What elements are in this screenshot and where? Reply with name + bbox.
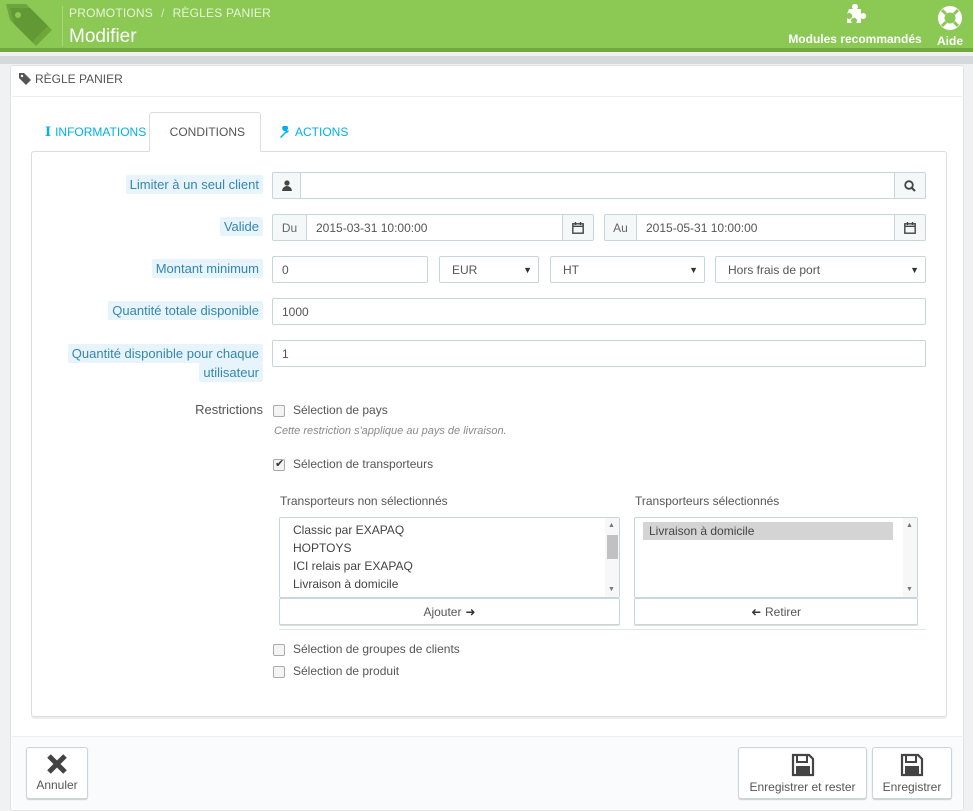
dropdown-arrow-icon: ▼ bbox=[689, 265, 698, 275]
modules-button[interactable]: Modules recommandés bbox=[788, 0, 922, 48]
list-item[interactable]: ICI relais par EXAPAQ bbox=[280, 557, 619, 575]
arrow-left-icon: ➜ bbox=[750, 604, 762, 619]
scrollbar[interactable]: ▲ ▼ bbox=[903, 518, 917, 597]
country-restriction-help: Cette restriction s'applique au pays de … bbox=[274, 425, 507, 437]
page-title: Modifier bbox=[69, 26, 137, 47]
shuffle-icon bbox=[165, 131, 166, 133]
valid-to-prefix: Au bbox=[604, 214, 637, 241]
country-restriction-label: Sélection de pays bbox=[293, 403, 388, 417]
wrench-icon bbox=[280, 126, 289, 138]
info-icon: i bbox=[45, 124, 52, 140]
breadcrumb-promotions[interactable]: PROMOTIONS bbox=[69, 6, 153, 20]
product-restriction-checkbox[interactable] bbox=[273, 666, 285, 678]
scroll-thumb[interactable] bbox=[607, 535, 618, 559]
help-button[interactable]: Aide bbox=[930, 0, 970, 48]
valid-from-input[interactable]: 2015-03-31 10:00:00 bbox=[306, 214, 563, 241]
remove-carrier-button[interactable]: ➜ Retirer bbox=[634, 598, 918, 625]
total-qty-input[interactable]: 1000 bbox=[272, 298, 926, 325]
selected-carriers-list[interactable]: Livraison à domicile ▲ ▼ bbox=[634, 517, 918, 598]
min-amount-label: Montant minimum bbox=[111, 259, 263, 278]
list-item[interactable]: Classic par EXAPAQ bbox=[280, 521, 619, 539]
scroll-up-icon[interactable]: ▲ bbox=[906, 522, 913, 529]
tab-actions[interactable]: ACTIONS bbox=[279, 112, 348, 152]
close-icon bbox=[47, 754, 67, 774]
carrier-restriction-checkbox[interactable] bbox=[273, 457, 285, 471]
panel-title: RÈGLE PANIER bbox=[35, 72, 123, 86]
tag-logo-icon bbox=[0, 0, 62, 50]
list-item[interactable]: Livraison à domicile bbox=[643, 522, 893, 540]
scrollbar[interactable]: ▲ ▼ bbox=[605, 518, 619, 597]
floppy-disk-icon bbox=[900, 753, 924, 777]
carrier-restriction-label: Sélection de transporteurs bbox=[293, 457, 434, 471]
restrictions-label: Restrictions bbox=[195, 402, 263, 417]
arrow-right-icon: ➜ bbox=[465, 604, 476, 619]
product-restriction-label: Sélection de produit bbox=[293, 664, 400, 678]
top-bar: PROMOTIONS / RÈGLES PANIER Modifier Module… bbox=[0, 0, 973, 52]
scroll-up-icon[interactable]: ▲ bbox=[608, 522, 615, 529]
shipping-select[interactable]: Hors frais de port ▼ bbox=[715, 256, 926, 283]
calendar-icon[interactable] bbox=[894, 214, 926, 241]
add-carrier-button[interactable]: Ajouter ➜ bbox=[279, 598, 620, 625]
floppy-disk-icon bbox=[791, 753, 814, 777]
customer-group-checkbox[interactable] bbox=[273, 644, 285, 656]
limit-client-label: Limiter à un seul client bbox=[111, 175, 263, 194]
tab-conditions[interactable]: CONDITIONS bbox=[149, 112, 261, 152]
cancel-button[interactable]: Annuler bbox=[26, 747, 88, 799]
breadcrumb-cart-rules[interactable]: RÈGLES PANIER bbox=[173, 6, 271, 20]
lifebuoy-icon bbox=[938, 6, 962, 30]
customer-group-label: Sélection de groupes de clients bbox=[293, 642, 460, 656]
min-amount-input[interactable]: 0 bbox=[272, 256, 428, 283]
scroll-down-icon[interactable]: ▼ bbox=[906, 586, 913, 593]
scroll-down-icon[interactable]: ▼ bbox=[608, 586, 615, 593]
unselected-carriers-list[interactable]: Classic par EXAPAQ HOPTOYS ICI relais pa… bbox=[279, 517, 620, 598]
selected-carriers-title: Transporteurs sélectionnés bbox=[635, 494, 780, 508]
save-and-stay-button[interactable]: Enregistrer et rester bbox=[738, 747, 867, 799]
help-label: Aide bbox=[936, 34, 963, 48]
tax-select[interactable]: HT ▼ bbox=[550, 256, 705, 283]
panel-heading: RÈGLE PANIER bbox=[19, 72, 123, 86]
breadcrumb: PROMOTIONS / RÈGLES PANIER bbox=[69, 6, 271, 20]
list-item[interactable]: HOPTOYS bbox=[280, 539, 619, 557]
valid-from-prefix: Du bbox=[272, 214, 307, 241]
tab-informations[interactable]: i INFORMATIONS bbox=[45, 112, 146, 152]
dropdown-arrow-icon: ▼ bbox=[523, 265, 532, 275]
modules-label: Modules recommandés bbox=[788, 32, 922, 46]
total-qty-label: Quantité totale disponible bbox=[71, 301, 263, 320]
qty-per-user-label: Quantité disponible pour chaque utilisat… bbox=[41, 344, 263, 382]
cart-rule-panel: RÈGLE PANIER i INFORMATIONS CONDITIONS A… bbox=[10, 65, 964, 811]
currency-select[interactable]: EUR ▼ bbox=[439, 256, 539, 283]
tag-icon bbox=[19, 73, 31, 85]
list-item[interactable]: Livraison à domicile bbox=[280, 575, 619, 593]
dropdown-arrow-icon: ▼ bbox=[910, 265, 919, 275]
search-icon[interactable] bbox=[894, 172, 926, 199]
calendar-icon[interactable] bbox=[562, 214, 594, 241]
valid-label: Valide bbox=[161, 217, 263, 236]
customer-search-input[interactable] bbox=[300, 172, 895, 199]
country-restriction-checkbox[interactable] bbox=[273, 405, 285, 417]
qty-per-user-input[interactable]: 1 bbox=[272, 340, 926, 367]
puzzle-icon bbox=[847, 4, 867, 23]
user-icon bbox=[272, 172, 301, 199]
save-button[interactable]: Enregistrer bbox=[872, 747, 952, 799]
unselected-carriers-title: Transporteurs non sélectionnés bbox=[280, 494, 448, 508]
valid-to-input[interactable]: 2015-05-31 10:00:00 bbox=[636, 214, 895, 241]
